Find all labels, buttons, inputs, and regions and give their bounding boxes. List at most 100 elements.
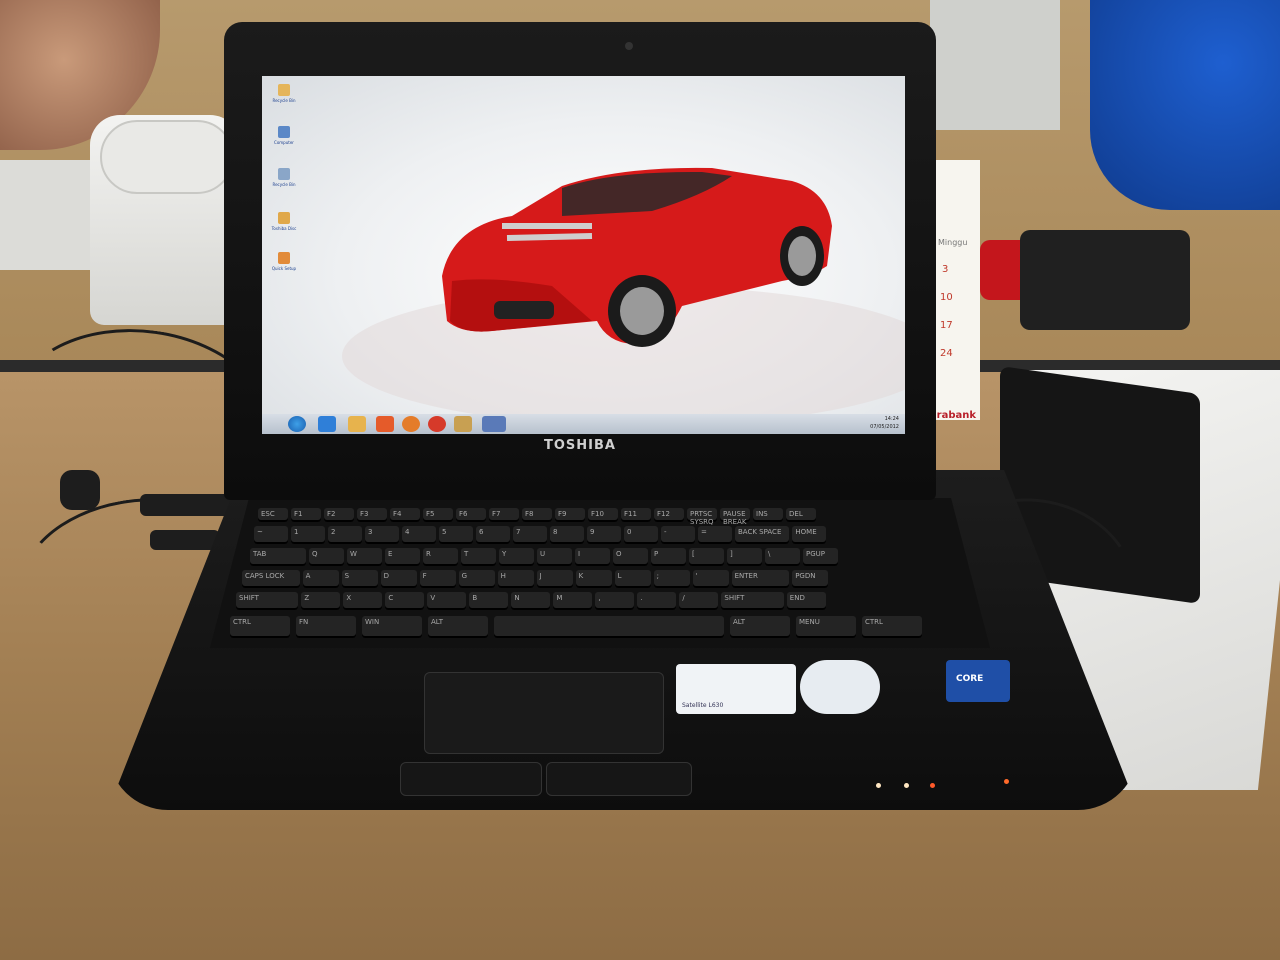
keyboard-key[interactable]: [ xyxy=(689,548,724,566)
keyboard-key[interactable]: 0 xyxy=(624,526,658,544)
keyboard-key[interactable]: ' xyxy=(692,570,729,588)
keyboard-key[interactable]: PGUP xyxy=(803,548,838,566)
desktop-icon[interactable]: Toshiba Disc xyxy=(264,212,304,231)
keyboard-key[interactable]: F5 xyxy=(423,508,453,522)
chrome-icon[interactable] xyxy=(428,416,446,432)
keyboard-key[interactable]: BACK SPACE xyxy=(735,526,790,544)
keyboard-key[interactable]: CAPS LOCK xyxy=(242,570,300,588)
keyboard-key[interactable]: 7 xyxy=(513,526,547,544)
keyboard-key[interactable]: PRTSC SYSRQ xyxy=(687,508,717,526)
keyboard-key[interactable]: F4 xyxy=(390,508,420,522)
touchpad[interactable] xyxy=(424,672,664,754)
keyboard-key[interactable]: N xyxy=(511,592,551,610)
keyboard-key[interactable]: 3 xyxy=(365,526,399,544)
keyboard-key[interactable]: DEL xyxy=(786,508,816,522)
desktop-screen[interactable]: Recycle Bin Computer Recycle Bin Toshiba… xyxy=(262,76,905,434)
app-icon[interactable] xyxy=(482,416,506,432)
keyboard-key[interactable]: CTRL xyxy=(862,616,922,638)
keyboard-key[interactable]: F12 xyxy=(654,508,684,522)
keyboard-key[interactable]: SHIFT xyxy=(236,592,299,610)
keyboard-key[interactable]: D xyxy=(380,570,417,588)
keyboard-key[interactable]: K xyxy=(575,570,612,588)
ie-icon[interactable] xyxy=(318,416,336,432)
keyboard-key[interactable]: T xyxy=(461,548,496,566)
keyboard-key[interactable]: INS xyxy=(753,508,783,522)
keyboard-key[interactable]: ESC xyxy=(258,508,288,522)
keyboard-key[interactable]: , xyxy=(595,592,635,610)
keyboard-key[interactable]: P xyxy=(651,548,686,566)
keyboard-key[interactable]: / xyxy=(679,592,719,610)
keyboard-key[interactable]: U xyxy=(537,548,572,566)
keyboard-key[interactable]: R xyxy=(423,548,458,566)
keyboard-key[interactable]: 5 xyxy=(439,526,473,544)
folder-icon[interactable] xyxy=(348,416,366,432)
keyboard-key[interactable]: PGDN xyxy=(792,570,829,588)
keyboard-key[interactable]: ] xyxy=(727,548,762,566)
keyboard-key[interactable]: 4 xyxy=(402,526,436,544)
keyboard-key[interactable]: F xyxy=(419,570,456,588)
keyboard-key[interactable]: Q xyxy=(309,548,344,566)
keyboard-key[interactable]: G xyxy=(458,570,495,588)
keyboard-key[interactable]: MENU xyxy=(796,616,856,638)
keyboard-key[interactable]: 9 xyxy=(587,526,621,544)
desktop-icon[interactable]: Recycle Bin xyxy=(264,168,304,187)
keyboard-key[interactable]: F10 xyxy=(588,508,618,522)
keyboard-key[interactable]: J xyxy=(536,570,573,588)
keyboard-key[interactable]: C xyxy=(385,592,425,610)
keyboard-key[interactable]: ~ xyxy=(254,526,288,544)
touchpad-right-button[interactable] xyxy=(546,762,692,796)
firefox-icon[interactable] xyxy=(402,416,420,432)
keyboard-key[interactable]: X xyxy=(343,592,383,610)
keyboard-key[interactable]: TAB xyxy=(250,548,306,566)
keyboard-key[interactable]: B xyxy=(469,592,509,610)
explorer-icon[interactable] xyxy=(454,416,472,432)
keyboard-key[interactable]: F7 xyxy=(489,508,519,522)
keyboard-key[interactable]: 1 xyxy=(291,526,325,544)
media-player-icon[interactable] xyxy=(376,416,394,432)
keyboard-key[interactable]: \ xyxy=(765,548,800,566)
keyboard-key[interactable]: - xyxy=(661,526,695,544)
keyboard-key[interactable]: M xyxy=(553,592,593,610)
keyboard-key[interactable]: W xyxy=(347,548,382,566)
keyboard-key[interactable]: L xyxy=(614,570,651,588)
keyboard-key[interactable]: H xyxy=(497,570,534,588)
keyboard-key[interactable]: 8 xyxy=(550,526,584,544)
keyboard-key[interactable]: F1 xyxy=(291,508,321,522)
keyboard-key[interactable]: O xyxy=(613,548,648,566)
keyboard-key[interactable]: E xyxy=(385,548,420,566)
keyboard-key[interactable]: I xyxy=(575,548,610,566)
keyboard-key[interactable]: HOME xyxy=(792,526,827,544)
keyboard-key[interactable]: ALT xyxy=(428,616,488,638)
keyboard-key[interactable]: 2 xyxy=(328,526,362,544)
keyboard-key[interactable]: F2 xyxy=(324,508,354,522)
desktop-icon[interactable]: Quick Setup xyxy=(264,252,304,271)
keyboard-key[interactable]: PAUSE BREAK xyxy=(720,508,750,526)
taskbar-clock[interactable]: 14:24 07/05/2012 xyxy=(870,415,899,431)
keyboard-key[interactable]: ; xyxy=(653,570,690,588)
keyboard-key[interactable]: ALT xyxy=(730,616,790,638)
keyboard-key[interactable]: F3 xyxy=(357,508,387,522)
desktop-icon[interactable]: Computer xyxy=(264,126,304,145)
keyboard-key[interactable]: END xyxy=(786,592,826,610)
keyboard-key[interactable]: Y xyxy=(499,548,534,566)
start-orb-icon[interactable] xyxy=(288,416,306,432)
desktop-icon[interactable]: Recycle Bin xyxy=(264,84,304,103)
keyboard-key[interactable]: ENTER xyxy=(731,570,790,588)
keyboard-key[interactable]: SHIFT xyxy=(721,592,784,610)
keyboard-key[interactable] xyxy=(494,616,724,638)
keyboard-key[interactable]: F6 xyxy=(456,508,486,522)
keyboard-key[interactable]: WIN xyxy=(362,616,422,638)
keyboard-key[interactable]: 6 xyxy=(476,526,510,544)
touchpad-left-button[interactable] xyxy=(400,762,542,796)
keyboard-key[interactable]: V xyxy=(427,592,467,610)
keyboard-key[interactable]: F9 xyxy=(555,508,585,522)
keyboard-key[interactable]: . xyxy=(637,592,677,610)
keyboard-key[interactable]: CTRL xyxy=(230,616,290,638)
keyboard-key[interactable]: = xyxy=(698,526,732,544)
keyboard-key[interactable]: F11 xyxy=(621,508,651,522)
keyboard-key[interactable]: F8 xyxy=(522,508,552,522)
keyboard-key[interactable]: Z xyxy=(301,592,341,610)
keyboard-key[interactable]: A xyxy=(302,570,339,588)
keyboard-key[interactable]: S xyxy=(341,570,378,588)
keyboard-key[interactable]: FN xyxy=(296,616,356,638)
